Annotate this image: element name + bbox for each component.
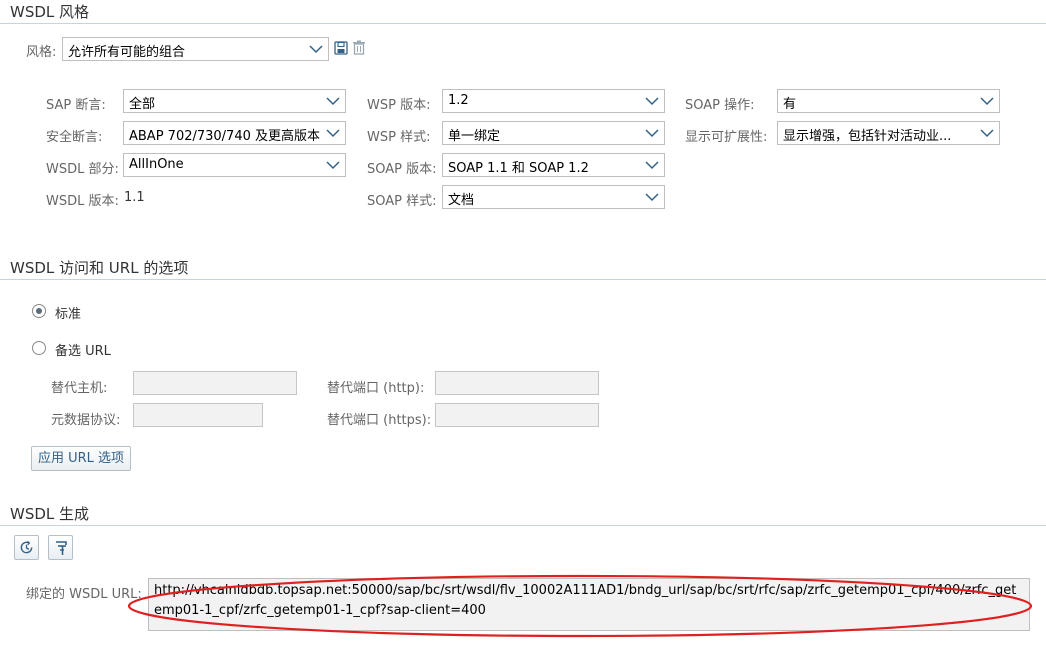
access-section-divider [0,279,1046,280]
soap-style-value: 文档 [448,193,475,208]
show-extensibility-select[interactable]: 显示增强，包括针对活动业... [777,121,1000,145]
show-extensibility-value: 显示增强，包括针对活动业... [783,129,952,144]
alt-host-label: 替代主机: [51,381,108,396]
wsdl-tool-icon [56,541,67,555]
sap-assertion-label: SAP 断言: [46,98,106,113]
chevron-down-icon [645,97,659,106]
wsp-style-select[interactable]: 单一绑定 [442,121,665,145]
security-assertion-select[interactable]: ABAP 702/730/740 及更高版本 [123,121,346,145]
generation-section-title: WSDL 生成 [10,505,90,523]
alt-port-http-label: 替代端口 (http): [327,381,425,396]
access-section-title: WSDL 访问和 URL 的选项 [10,259,189,277]
wsdl-part-value: AllInOne [129,157,184,172]
bound-url-label: 绑定的 WSDL URL: [26,587,142,602]
soap-style-label: SOAP 样式: [367,194,437,209]
soap-operation-select[interactable]: 有 [777,89,1000,113]
wsp-style-value: 单一绑定 [448,129,501,144]
save-icon[interactable] [334,41,348,55]
wsp-style-label: WSP 样式: [367,130,431,145]
generation-section-divider [0,525,1046,526]
radio-alt-url-label[interactable]: 备选 URL [55,340,111,359]
show-extensibility-label: 显示可扩展性: [685,130,768,145]
wsp-version-select[interactable]: 1.2 [442,89,665,113]
chevron-down-icon [326,97,340,106]
metadata-protocol-label: 元数据协议: [51,413,121,428]
alt-port-https-input[interactable] [435,403,599,427]
security-assertion-value: ABAP 702/730/740 及更高版本 [129,129,321,144]
alt-host-input[interactable] [133,371,297,395]
soap-version-label: SOAP 版本: [367,162,437,177]
soap-style-select[interactable]: 文档 [442,185,665,209]
bound-url-field[interactable]: http://vhcalnldbdb.topsap.net:50000/sap/… [148,578,1030,631]
alt-port-https-label: 替代端口 (https): [327,413,432,428]
alt-port-http-input[interactable] [435,371,599,395]
wsdl-version-value: 1.1 [124,190,145,205]
wsdl-part-label: WSDL 部分: [46,162,119,177]
apply-url-options-button[interactable]: 应用 URL 选项 [31,446,131,471]
style-select-value: 允许所有可能的组合 [68,45,186,60]
sap-assertion-select[interactable]: 全部 [123,89,346,113]
wsp-version-label: WSP 版本: [367,98,431,113]
radio-selected-dot [36,308,42,314]
wsdl-version-label: WSDL 版本: [46,194,119,209]
security-assertion-label: 安全断言: [46,130,103,145]
wsp-version-value: 1.2 [448,93,469,108]
soap-operation-label: SOAP 操作: [685,98,755,113]
trash-icon[interactable] [352,40,366,55]
chevron-down-icon [309,45,323,54]
soap-operation-value: 有 [783,97,797,112]
sap-assertion-value: 全部 [129,97,156,112]
style-select[interactable]: 允许所有可能的组合 [62,37,329,61]
radio-alt-url[interactable] [32,341,46,355]
chevron-down-icon [645,193,659,202]
wsdl-tool-button[interactable] [48,535,73,560]
chevron-down-icon [645,129,659,138]
wsdl-part-select[interactable]: AllInOne [123,153,346,177]
chevron-down-icon [980,129,994,138]
soap-version-value: SOAP 1.1 和 SOAP 1.2 [448,161,589,176]
radio-standard-label[interactable]: 标准 [55,303,81,322]
style-section-divider [0,23,1046,24]
style-section-title: WSDL 风格 [10,3,90,21]
metadata-protocol-input[interactable] [133,403,263,427]
clock-refresh-icon [20,540,33,554]
chevron-down-icon [326,129,340,138]
radio-standard[interactable] [32,304,46,318]
chevron-down-icon [980,97,994,106]
chevron-down-icon [645,161,659,170]
generate-button[interactable] [14,535,39,560]
style-label: 风格: [26,45,57,60]
chevron-down-icon [326,161,340,170]
soap-version-select[interactable]: SOAP 1.1 和 SOAP 1.2 [442,153,665,177]
